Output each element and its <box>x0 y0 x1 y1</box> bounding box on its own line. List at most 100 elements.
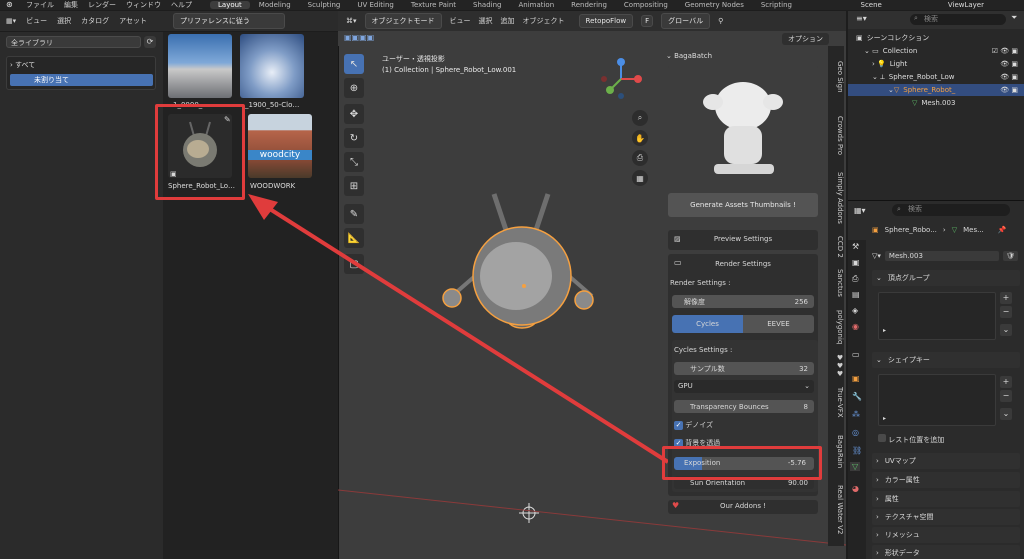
tab-scripting[interactable]: Scripting <box>753 1 800 9</box>
section-geometry-data[interactable]: › 形状データ <box>872 545 1020 559</box>
outliner-row-mesh-data[interactable]: ▽ Mesh.003 <box>848 97 1024 109</box>
scene-tab-icon[interactable]: ◈ <box>852 306 858 315</box>
menu-edit[interactable]: 編集 <box>64 0 78 10</box>
select-box-tool[interactable]: ↖ <box>344 54 364 74</box>
visibility-icons[interactable]: 👁 ▣ <box>1000 73 1018 81</box>
vp-menu-select[interactable]: 選択 <box>479 16 493 26</box>
remove-shape-key-button[interactable]: − <box>1000 390 1012 402</box>
our-addons-button[interactable]: ♥ Our Addons ! <box>668 500 818 514</box>
pin-icon[interactable]: 📌 <box>998 226 1007 234</box>
engine-eevee-button[interactable]: EEVEE <box>743 315 814 333</box>
relative-checkbox[interactable]: レスト位置を追加 <box>878 434 944 445</box>
outliner-search[interactable]: ⌕ 検索 <box>910 14 1006 25</box>
modifier-tab-icon[interactable]: 🔧 <box>852 392 862 401</box>
section-color-attributes[interactable]: › カラー属性 <box>872 472 1020 488</box>
outliner-row-collection[interactable]: ⌄ ▭ Collection ☑ 👁 ▣ <box>848 45 1024 57</box>
section-uv-maps[interactable]: › UVマップ <box>872 453 1020 469</box>
scene-name[interactable]: Scene <box>861 1 882 9</box>
orientation-dropdown[interactable]: グローバル <box>661 13 711 29</box>
ab-menu-catalog[interactable]: カタログ <box>81 16 109 26</box>
asset-thumb-hdri-2[interactable] <box>240 34 304 98</box>
asset-thumb-robot[interactable] <box>168 114 232 178</box>
section-remesh[interactable]: › リメッシュ <box>872 527 1020 543</box>
world-tab-icon[interactable]: ◉ <box>852 322 859 331</box>
selection-mode-icons[interactable]: ▣▣▣▣ <box>344 33 374 42</box>
cursor-tool[interactable]: ⊕ <box>344 78 364 98</box>
render-tab-icon[interactable]: ▣ <box>852 258 860 267</box>
blender-logo-icon[interactable]: ⊛ <box>6 0 13 9</box>
tab-real-water[interactable]: Real Water V2 <box>828 482 844 538</box>
asset-thumb-woodwork[interactable]: woodcity <box>248 114 312 178</box>
ab-menu-view[interactable]: ビュー <box>26 16 47 26</box>
tab-compositing[interactable]: Compositing <box>616 1 676 9</box>
add-vertex-group-button[interactable]: + <box>1000 292 1012 304</box>
vertex-group-menu-button[interactable]: ⌄ <box>1000 324 1012 336</box>
visibility-icons[interactable]: 👁 ▣ <box>1000 60 1018 68</box>
particles-tab-icon[interactable]: ⁂ <box>852 410 860 419</box>
engine-cycles-button[interactable]: Cycles <box>672 315 743 333</box>
catalog-all[interactable]: › すべて <box>10 60 35 70</box>
tab-sculpting[interactable]: Sculpting <box>300 1 349 9</box>
physics-tab-icon[interactable]: ◎ <box>852 428 859 437</box>
section-attributes[interactable]: › 属性 <box>872 491 1020 507</box>
options-dropdown[interactable]: オプション <box>782 33 829 45</box>
object-tab-icon[interactable]: ▣ <box>852 374 860 383</box>
add-shape-key-button[interactable]: + <box>1000 376 1012 388</box>
tab-animation[interactable]: Animation <box>510 1 562 9</box>
camera-icon[interactable]: ⎙ <box>632 150 648 166</box>
list-resize-icon[interactable]: ▸ <box>883 327 886 334</box>
scale-tool[interactable]: ⤡ <box>344 152 364 172</box>
filter-icon[interactable]: ⏷ <box>1011 13 1017 23</box>
ab-menu-select[interactable]: 選択 <box>57 16 71 26</box>
denoise-checkbox[interactable]: ✓ デノイズ <box>674 420 713 430</box>
tab-simply-addons[interactable]: Simply Addons <box>828 168 844 228</box>
menu-file[interactable]: ファイル <box>26 0 54 10</box>
tab-bagarain[interactable]: BagaRain <box>828 430 844 474</box>
tab-polygoniq[interactable]: polygoniq <box>828 304 844 350</box>
tab-uv-editing[interactable]: UV Editing <box>349 1 402 9</box>
tab-true-vfx[interactable]: True-VFX <box>828 382 844 422</box>
tab-rendering[interactable]: Rendering <box>563 1 615 9</box>
tab-sanctus[interactable]: Sanctus <box>828 266 844 300</box>
fake-user-icon[interactable]: 🛡 <box>1003 250 1018 261</box>
move-tool[interactable]: ✥ <box>344 104 364 124</box>
data-tab-icon[interactable]: ▽ <box>850 462 861 471</box>
retopoflow-key[interactable]: F <box>641 15 654 27</box>
vertex-group-list[interactable]: ▸ <box>878 292 996 340</box>
tab-layout[interactable]: Layout <box>210 1 250 9</box>
section-texture-space[interactable]: › テクスチャ空間 <box>872 509 1020 525</box>
visibility-icons[interactable]: ☑ 👁 ▣ <box>992 47 1018 55</box>
tab-geometry-nodes[interactable]: Geometry Nodes <box>677 1 752 9</box>
view-layer-name[interactable]: ViewLayer <box>948 1 984 9</box>
refresh-icon[interactable]: ⟳ <box>144 36 156 48</box>
bagabatch-header[interactable]: ⌄ BagaBatch <box>666 52 712 60</box>
view-layer-tab-icon[interactable]: ▤ <box>852 290 860 299</box>
tool-tab-icon[interactable]: ⚒ <box>852 242 859 251</box>
asset-thumb-hdri-1[interactable] <box>168 34 232 98</box>
outliner-scene-collection[interactable]: ▣ シーンコレクション <box>848 32 1024 44</box>
menu-help[interactable]: ヘルプ <box>171 0 192 10</box>
vp-menu-object[interactable]: オブジェクト <box>523 16 565 26</box>
breadcrumb-object[interactable]: Sphere_Robo... <box>885 226 937 234</box>
ab-menu-asset[interactable]: アセット <box>119 16 147 26</box>
outliner-row-light[interactable]: › 💡 Light 👁 ▣ <box>848 58 1024 70</box>
outliner-row-robot-mesh[interactable]: ⌄ ▽ Sphere_Robot_ 👁 ▣ <box>848 84 1024 96</box>
vp-menu-view[interactable]: ビュー <box>450 16 471 26</box>
vp-menu-add[interactable]: 追加 <box>501 16 515 26</box>
retopoflow-button[interactable]: RetopoFlow <box>578 14 634 28</box>
section-vertex-groups[interactable]: ⌄ 頂点グループ <box>872 270 1020 286</box>
library-dropdown[interactable]: 全ライブラリ <box>6 36 141 48</box>
device-dropdown[interactable]: GPU ⌄ <box>674 380 814 393</box>
transparency-bounces-field[interactable]: Transparency Bounces 8 <box>674 400 814 413</box>
grid-icon[interactable]: ▦ <box>632 170 648 186</box>
import-method-dropdown[interactable]: プリファレンスに従う <box>173 13 286 29</box>
menu-window[interactable]: ウィンドウ <box>126 0 161 10</box>
outliner-editor-icon[interactable]: ≡▾ <box>856 14 867 23</box>
snap-icon[interactable]: ⚲ <box>718 17 723 25</box>
remove-vertex-group-button[interactable]: − <box>1000 306 1012 318</box>
rotate-tool[interactable]: ↻ <box>344 128 364 148</box>
viewport-editor-icon[interactable]: ⌘▾ <box>346 17 357 25</box>
collection-tab-icon[interactable]: ▭ <box>852 350 860 359</box>
tab-geo-sign[interactable]: Geo Sign <box>828 52 844 102</box>
samples-field[interactable]: サンプル数 32 <box>674 362 814 375</box>
